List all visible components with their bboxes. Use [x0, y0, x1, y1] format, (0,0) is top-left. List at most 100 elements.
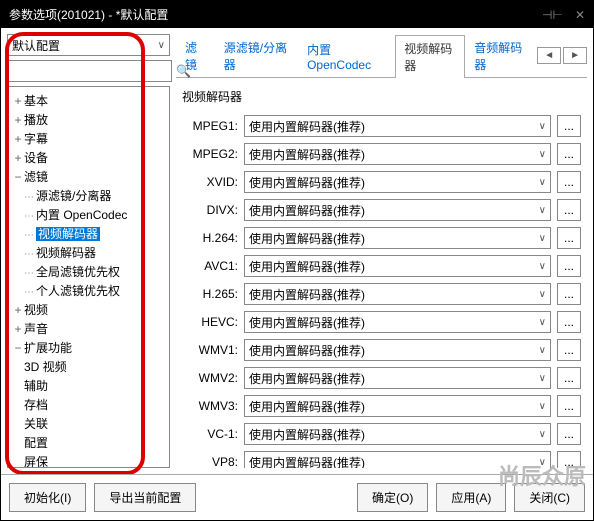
search-input[interactable] — [7, 60, 172, 82]
tab[interactable]: 内置 OpenCodec — [298, 36, 395, 76]
search-button[interactable]: 🔍 — [176, 60, 191, 82]
tree-item[interactable]: 存档 — [10, 395, 167, 414]
codec-more-button[interactable]: ... — [557, 339, 581, 361]
codec-select[interactable]: 使用内置解码器(推荐)∨ — [244, 367, 551, 389]
close-button[interactable]: 关闭(C) — [514, 483, 585, 512]
expand-icon[interactable]: + — [12, 151, 24, 165]
chevron-down-icon: ∨ — [158, 40, 165, 51]
codec-more-button[interactable]: ... — [557, 171, 581, 193]
chevron-down-icon: ∨ — [539, 121, 546, 132]
codec-select[interactable]: 使用内置解码器(推荐)∨ — [244, 255, 551, 277]
codec-select[interactable]: 使用内置解码器(推荐)∨ — [244, 451, 551, 468]
tree-item-label: 3D 视频 — [24, 360, 67, 374]
init-button[interactable]: 初始化(I) — [9, 483, 86, 512]
codec-select[interactable]: 使用内置解码器(推荐)∨ — [244, 395, 551, 417]
ok-button[interactable]: 确定(O) — [357, 483, 428, 512]
tab-nav-right[interactable]: ► — [563, 47, 587, 64]
chevron-down-icon: ∨ — [539, 205, 546, 216]
chevron-down-icon: ∨ — [539, 401, 546, 412]
tree-item[interactable]: 个人滤镜优先权 — [10, 281, 167, 300]
codec-more-button[interactable]: ... — [557, 115, 581, 137]
codec-select[interactable]: 使用内置解码器(推荐)∨ — [244, 115, 551, 137]
chevron-down-icon: ∨ — [539, 457, 546, 468]
codec-more-button[interactable]: ... — [557, 367, 581, 389]
tree-item[interactable]: 配置 — [10, 433, 167, 452]
codec-more-button[interactable]: ... — [557, 311, 581, 333]
tree-item[interactable]: 3D 视频 — [10, 357, 167, 376]
codec-select[interactable]: 使用内置解码器(推荐)∨ — [244, 199, 551, 221]
codec-more-button[interactable]: ... — [557, 143, 581, 165]
codec-label: VC-1: — [182, 427, 238, 441]
codec-label: WMV2: — [182, 371, 238, 385]
codec-more-button[interactable]: ... — [557, 451, 581, 468]
expand-icon[interactable]: + — [12, 113, 24, 127]
tree-item[interactable]: +视频 — [10, 300, 167, 319]
codec-more-button[interactable]: ... — [557, 255, 581, 277]
tree-item[interactable]: −滤镜 — [10, 167, 167, 186]
codec-more-button[interactable]: ... — [557, 227, 581, 249]
codec-more-button[interactable]: ... — [557, 423, 581, 445]
tree-item[interactable]: +播放 — [10, 110, 167, 129]
expand-icon[interactable]: + — [12, 94, 24, 108]
section-title: 视频解码器 — [182, 88, 581, 105]
codec-select[interactable]: 使用内置解码器(推荐)∨ — [244, 143, 551, 165]
pin-icon[interactable]: ⊣⊢ — [542, 8, 563, 22]
chevron-down-icon: ∨ — [539, 233, 546, 244]
tree-item[interactable]: +字幕 — [10, 129, 167, 148]
tree-item[interactable]: +设备 — [10, 148, 167, 167]
tree-item-label: 辅助 — [24, 379, 48, 393]
codec-label: DIVX: — [182, 203, 238, 217]
tree-item[interactable]: 源滤镜/分离器 — [10, 186, 167, 205]
tree-item[interactable]: +基本 — [10, 91, 167, 110]
tree-item[interactable]: 视频解码器 — [10, 243, 167, 262]
codec-more-button[interactable]: ... — [557, 199, 581, 221]
tree-item[interactable]: 内置 OpenCodec — [10, 205, 167, 224]
tree-item[interactable]: +声音 — [10, 319, 167, 338]
tree-item[interactable]: 辅助 — [10, 376, 167, 395]
tree-item-label: 基本 — [24, 94, 48, 108]
expand-icon[interactable]: + — [12, 132, 24, 146]
chevron-down-icon: ∨ — [539, 149, 546, 160]
chevron-down-icon: ∨ — [539, 261, 546, 272]
codec-row: MPEG2:使用内置解码器(推荐)∨... — [182, 143, 581, 165]
profile-select[interactable]: 默认配置 ∨ — [7, 34, 170, 56]
tree-item[interactable]: 全局滤镜优先权 — [10, 262, 167, 281]
expand-icon[interactable]: + — [12, 322, 24, 336]
codec-more-button[interactable]: ... — [557, 283, 581, 305]
close-icon[interactable]: ✕ — [575, 8, 585, 22]
tree-item-label: 关联 — [24, 417, 48, 431]
tree-item[interactable]: 屏保 — [10, 452, 167, 468]
codec-row: H.264:使用内置解码器(推荐)∨... — [182, 227, 581, 249]
tree-item[interactable]: 视频解码器 — [10, 224, 167, 243]
codec-row: H.265: 使用内置解码器(推荐)∨... — [182, 283, 581, 305]
tree-item-label: 全局滤镜优先权 — [36, 265, 120, 279]
codec-select[interactable]: 使用内置解码器(推荐)∨ — [244, 227, 551, 249]
expand-icon[interactable]: + — [12, 303, 24, 317]
expand-icon[interactable]: − — [12, 170, 24, 184]
codec-label: WMV1: — [182, 343, 238, 357]
titlebar: 参数选项(201021) - *默认配置 ⊣⊢ ✕ — [1, 1, 593, 28]
tab-nav-left[interactable]: ◄ — [537, 47, 561, 64]
codec-select[interactable]: 使用内置解码器(推荐)∨ — [244, 339, 551, 361]
codec-select[interactable]: 使用内置解码器(推荐)∨ — [244, 171, 551, 193]
codec-row: VP8:使用内置解码器(推荐)∨... — [182, 451, 581, 468]
apply-button[interactable]: 应用(A) — [436, 483, 506, 512]
expand-icon[interactable]: − — [12, 341, 24, 355]
chevron-down-icon: ∨ — [539, 373, 546, 384]
sidebar: 默认配置 ∨ 🔍 +基本+播放+字幕+设备−滤镜源滤镜/分离器内置 OpenCo… — [7, 34, 170, 468]
tab[interactable]: 音频解码器 — [465, 34, 535, 77]
codec-more-button[interactable]: ... — [557, 395, 581, 417]
codec-label: H.265: — [182, 287, 238, 301]
tree-item[interactable]: −扩展功能 — [10, 338, 167, 357]
tab[interactable]: 视频解码器 — [395, 35, 465, 78]
codec-label: XVID: — [182, 175, 238, 189]
tree-item[interactable]: 关联 — [10, 414, 167, 433]
codec-select[interactable]: 使用内置解码器(推荐)∨ — [244, 311, 551, 333]
chevron-down-icon: ∨ — [539, 345, 546, 356]
tab[interactable]: 源滤镜/分离器 — [215, 34, 298, 77]
export-button[interactable]: 导出当前配置 — [94, 483, 196, 512]
codec-select[interactable]: 使用内置解码器(推荐)∨ — [244, 283, 551, 305]
codec-select[interactable]: 使用内置解码器(推荐)∨ — [244, 423, 551, 445]
tree-item-label: 视频解码器 — [36, 246, 96, 260]
tree-item-label: 视频 — [24, 303, 48, 317]
